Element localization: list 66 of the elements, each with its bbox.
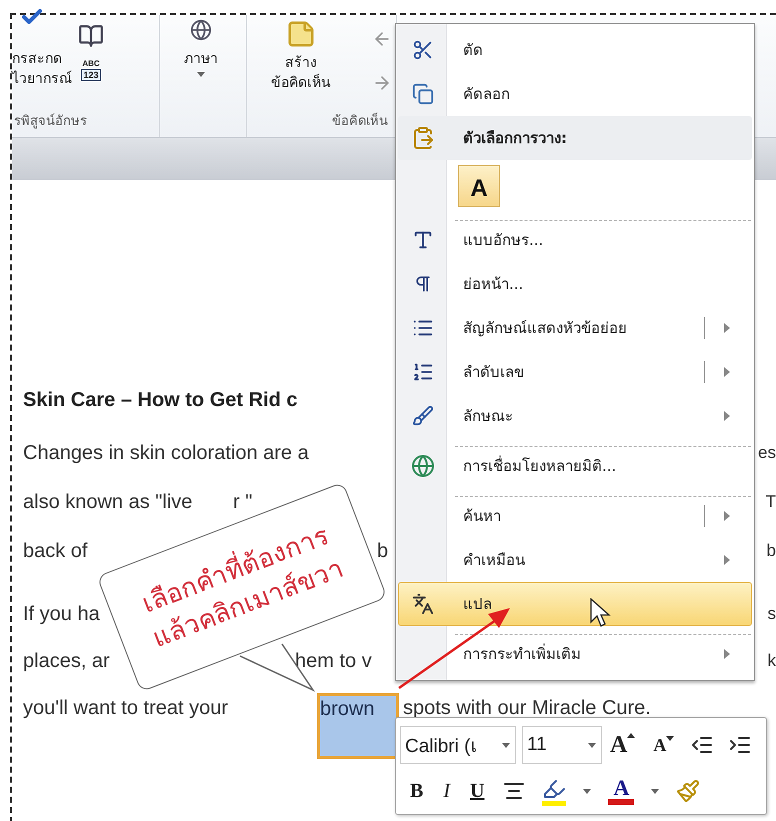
body-text: b: [766, 540, 776, 562]
font-icon: [412, 229, 434, 251]
menu-item[interactable]: ลำดับเลข: [398, 350, 752, 394]
menu-item[interactable]: แปล: [398, 582, 752, 626]
menu-section-header: ตัวเลือกการวาง:: [398, 116, 752, 160]
menu-item[interactable]: สัญลักษณ์แสดงหัวข้อย่อย: [398, 306, 752, 350]
menu-item[interactable]: การเชื่อมโยงหลายมิติ...: [398, 444, 752, 488]
mouse-cursor-icon: [590, 598, 612, 630]
menu-item[interactable]: ตัด: [398, 28, 752, 72]
body-text: s: [768, 603, 776, 625]
body-text: you'll want to treat your: [23, 696, 230, 721]
submenu-arrow-icon: [723, 322, 731, 334]
body-text: r ": [233, 490, 252, 515]
down-caret-icon: [666, 734, 674, 741]
shrink-font-button[interactable]: A: [651, 734, 676, 756]
font-name-field[interactable]: Calibri (เ: [400, 726, 516, 764]
menu-item[interactable]: คัดลอก: [398, 72, 752, 116]
body-text: Changes in skin coloration are a: [23, 441, 309, 466]
body-text: spots with our Miracle Cure.: [403, 696, 651, 721]
grow-font-button[interactable]: A: [608, 732, 638, 759]
spelling-grammar-button[interactable]: กรสะกด ไวยากรณ์: [12, 49, 72, 89]
body-text: hem to v: [295, 649, 372, 674]
caret-icon: [196, 69, 206, 79]
caret-icon: [501, 740, 511, 750]
menu-item[interactable]: ลักษณะ: [398, 394, 752, 438]
group-label: รพิสูจน์อักษร: [13, 112, 88, 131]
document-heading: Skin Care – How to Get Rid c: [23, 388, 298, 413]
dropdown-caret-icon: [582, 786, 592, 796]
language-button[interactable]: ภาษา: [184, 19, 218, 79]
dropdown-caret-icon: [650, 786, 660, 796]
menu-item[interactable]: คำเหมือน: [398, 538, 752, 582]
book-icon: [78, 23, 104, 49]
new-comment-button[interactable]: สร้าง ข้อคิดเห็น: [271, 19, 331, 93]
menu-item[interactable]: การกระทำเพิ่มเติม: [398, 632, 752, 676]
selected-word: brown: [317, 693, 399, 759]
note-icon: [286, 19, 316, 49]
up-caret-icon: [627, 732, 636, 738]
body-text: k: [768, 650, 776, 672]
menu-item[interactable]: ย่อหน้า...: [398, 262, 752, 306]
translate-icon: [412, 593, 434, 615]
submenu-arrow-icon: [723, 554, 731, 566]
caret-icon: [587, 740, 597, 750]
scissors-icon: [412, 39, 434, 61]
body-text: b: [377, 539, 388, 564]
submenu-arrow-icon: [723, 648, 731, 660]
submenu-arrow-icon: [723, 366, 731, 378]
underline-button[interactable]: U: [468, 780, 486, 803]
clipboard-icon: [411, 126, 435, 150]
brush-icon: [412, 405, 434, 427]
submenu-arrow-icon: [723, 510, 731, 522]
numbered-list-icon: [412, 361, 434, 383]
menu-item[interactable]: แบบอักษร...: [398, 218, 752, 262]
bold-button[interactable]: B: [408, 780, 426, 803]
format-painter-icon[interactable]: [676, 779, 700, 804]
copy-icon: [412, 83, 434, 105]
submenu-arrow-icon: [723, 410, 731, 422]
body-text: T: [766, 491, 776, 513]
globe-icon: [190, 19, 212, 41]
group-label: ข้อคิดเห็น: [331, 112, 389, 131]
keep-text-only-paste-button[interactable]: A: [458, 165, 500, 207]
globe-link-icon: [411, 454, 435, 478]
body-text: es: [758, 442, 776, 464]
italic-button[interactable]: I: [441, 780, 452, 803]
font-color-button[interactable]: A: [608, 777, 634, 806]
font-size-field[interactable]: 11: [522, 726, 602, 764]
menu-item[interactable]: ค้นหา: [398, 494, 752, 538]
